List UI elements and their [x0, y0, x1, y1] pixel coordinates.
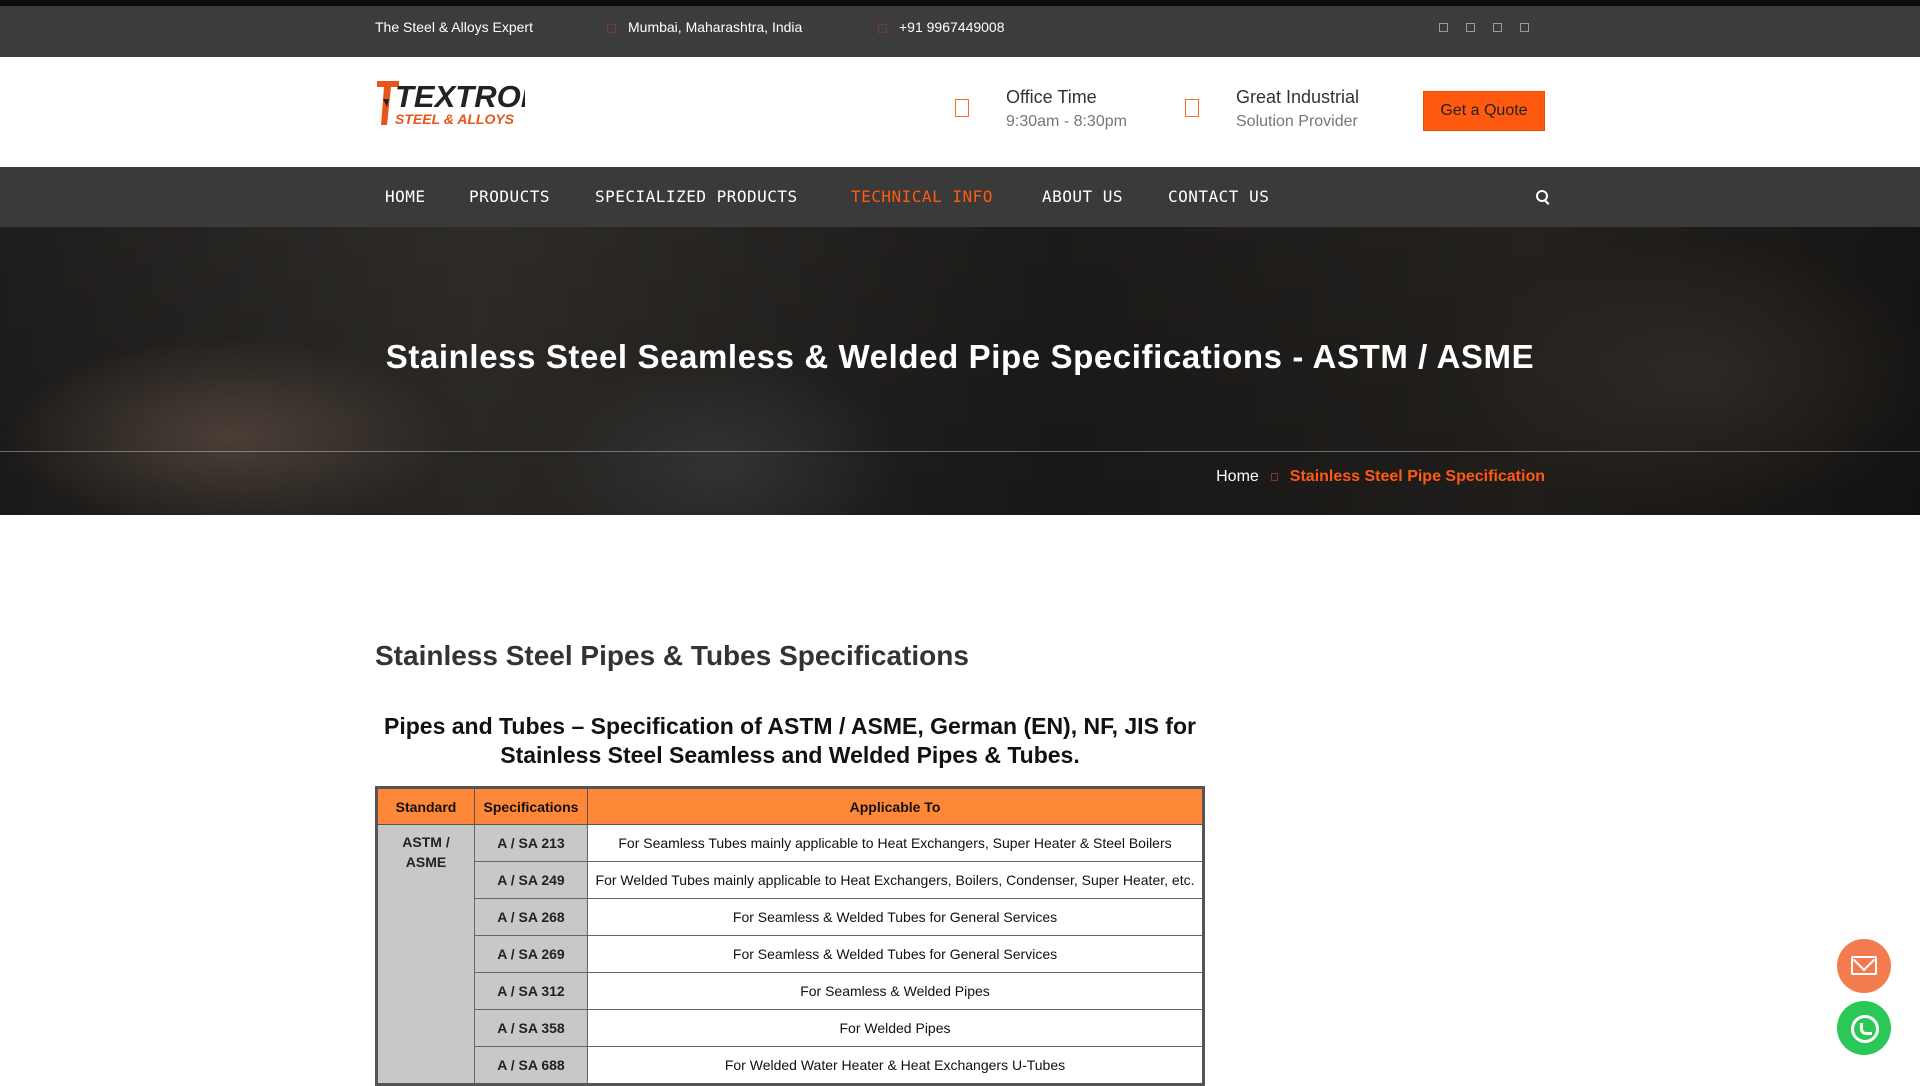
description-cell: For Seamless & Welded Tubes for General …	[587, 898, 1204, 936]
industry-icon	[1185, 99, 1199, 117]
description-cell: For Welded Pipes	[587, 1009, 1204, 1047]
page-banner: Stainless Steel Seamless & Welded Pipe S…	[0, 227, 1920, 515]
description-cell: For Seamless & Welded Tubes for General …	[587, 935, 1204, 973]
facebook-icon[interactable]	[1439, 23, 1448, 32]
description-cell: For Seamless & Welded Pipes	[587, 972, 1204, 1010]
nav-item-specialized-products[interactable]: SPECIALIZED PRODUCTS	[595, 167, 798, 227]
site-header: TEXTRON STEEL & ALLOYS Office Time 9:30a…	[0, 57, 1920, 167]
breadcrumb: Home Stainless Steel Pipe Specification	[1216, 468, 1545, 486]
office-time-title: Office Time	[1006, 87, 1097, 107]
page-title: Stainless Steel Seamless & Welded Pipe S…	[385, 338, 1535, 375]
get-quote-button[interactable]: Get a Quote	[1423, 91, 1545, 131]
specification-table: Standard Specifications Applicable To AS…	[375, 786, 1205, 1086]
section-title: Stainless Steel Pipes & Tubes Specificat…	[375, 640, 969, 671]
breadcrumb-home[interactable]: Home	[1216, 468, 1259, 485]
standard-line-2: ASME	[405, 854, 447, 870]
email-float-button[interactable]	[1837, 939, 1891, 993]
map-marker-icon	[607, 23, 616, 33]
standard-cell: ASTM / ASME	[376, 824, 475, 1085]
standard-line-1: ASTM /	[402, 834, 450, 850]
site-logo[interactable]: TEXTRON STEEL & ALLOYS	[375, 77, 525, 132]
table-heading: Pipes and Tubes – Specification of ASTM …	[375, 712, 1205, 770]
phone-info[interactable]: +91 9967449008	[878, 19, 1005, 35]
table-row: A / SA 312 For Seamless & Welded Pipes	[377, 972, 1204, 1010]
table-row: A / SA 358 For Welded Pipes	[377, 1009, 1204, 1047]
table-heading-line-2: Stainless Steel Seamless and Welded Pipe…	[500, 742, 1080, 768]
description-cell: For Seamless Tubes mainly applicable to …	[587, 824, 1204, 862]
banner-divider	[0, 451, 1920, 452]
nav-item-technical-info[interactable]: TECHNICAL INFO	[851, 167, 993, 227]
industrial-title: Great Industrial	[1236, 87, 1360, 107]
nav-item-contact-us[interactable]: CONTACT US	[1168, 167, 1269, 227]
logo-text: TEXTRON	[395, 79, 525, 114]
description-cell: For Welded Tubes mainly applicable to He…	[587, 861, 1204, 899]
table-heading-line-1: Pipes and Tubes – Specification of ASTM …	[384, 713, 1196, 739]
column-header-standard: Standard	[376, 787, 475, 825]
twitter-icon[interactable]	[1466, 23, 1475, 32]
description-cell: For Welded Water Heater & Heat Exchanger…	[587, 1046, 1204, 1085]
location-text: Mumbai, Maharashtra, India	[628, 19, 803, 35]
spec-cell: A / SA 213	[474, 824, 588, 862]
phone-text[interactable]: +91 9967449008	[899, 19, 1005, 35]
envelope-icon	[1851, 956, 1877, 975]
whatsapp-float-button[interactable]	[1837, 1001, 1891, 1055]
column-header-specifications: Specifications	[474, 787, 588, 825]
logo-graphic: TEXTRON STEEL & ALLOYS	[377, 79, 525, 127]
nav-item-about-us[interactable]: ABOUT US	[1042, 167, 1123, 227]
spec-cell: A / SA 688	[474, 1046, 588, 1085]
breadcrumb-separator-icon	[1270, 472, 1278, 481]
table-row: ASTM / ASME A / SA 213 For Seamless Tube…	[376, 824, 1204, 1085]
tagline: The Steel & Alloys Expert	[375, 19, 533, 35]
spec-cell: A / SA 358	[474, 1009, 588, 1047]
nav-item-products[interactable]: PRODUCTS	[469, 167, 550, 227]
location-info: Mumbai, Maharashtra, India	[607, 19, 802, 35]
linkedin-icon[interactable]	[1493, 23, 1502, 32]
breadcrumb-current: Stainless Steel Pipe Specification	[1289, 468, 1545, 485]
office-time-hours: 9:30am - 8:30pm	[1006, 113, 1127, 130]
whatsapp-icon	[1851, 1015, 1879, 1043]
column-header-applicable-to: Applicable To	[587, 787, 1204, 825]
spec-cell: A / SA 249	[474, 861, 588, 899]
clock-icon	[955, 99, 969, 117]
phone-icon	[878, 23, 887, 33]
nav-item-home[interactable]: HOME	[385, 167, 426, 227]
search-icon[interactable]	[1536, 190, 1548, 202]
main-nav: HOME PRODUCTS SPECIALIZED PRODUCTS TECHN…	[0, 167, 1920, 227]
spec-cell: A / SA 312	[474, 972, 588, 1010]
table-row: A / SA 268 For Seamless & Welded Tubes f…	[377, 898, 1204, 936]
table-row: A / SA 269 For Seamless & Welded Tubes f…	[377, 935, 1204, 973]
spec-cell: A / SA 269	[474, 935, 588, 973]
logo-subtext: STEEL & ALLOYS	[395, 111, 515, 127]
table-header-row: Standard Specifications Applicable To	[376, 787, 1204, 825]
top-bar: The Steel & Alloys Expert Mumbai, Mahara…	[0, 0, 1920, 57]
table-row: A / SA 688 For Welded Water Heater & Hea…	[377, 1046, 1204, 1085]
industrial-sub: Solution Provider	[1236, 113, 1358, 130]
instagram-icon[interactable]	[1520, 23, 1529, 32]
spec-cell: A / SA 268	[474, 898, 588, 936]
table-row: A / SA 249 For Welded Tubes mainly appli…	[377, 861, 1204, 899]
